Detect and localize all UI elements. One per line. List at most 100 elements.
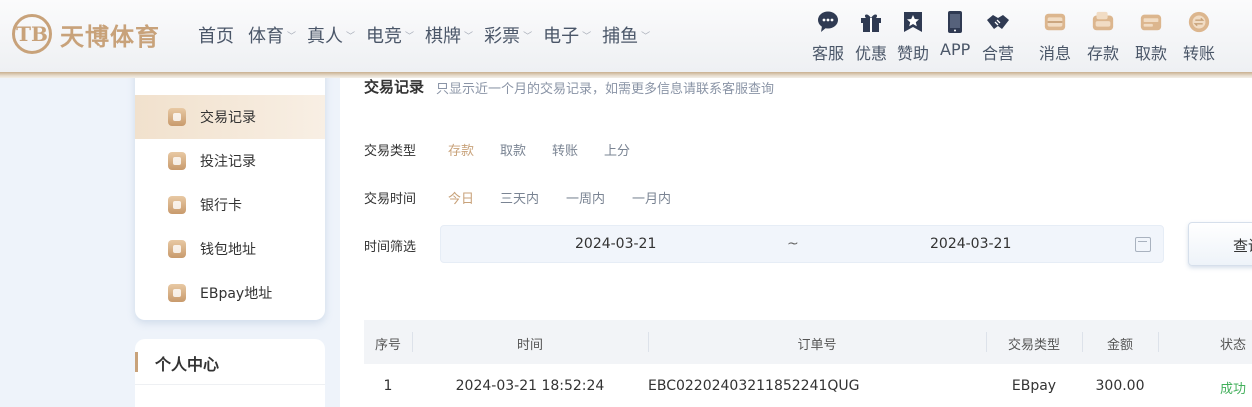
cell-order-number: EBC02202403211852241QUG (648, 378, 860, 394)
chat-icon (816, 10, 840, 34)
bank-card-icon (168, 196, 186, 214)
date-to-input[interactable]: 2024-03-21 (930, 236, 1011, 252)
time-option-week[interactable]: 一周内 (566, 188, 605, 207)
sidebar-personal-center: 个人中心 (135, 339, 325, 407)
chevron-down-icon: ﹀ (641, 31, 651, 42)
time-option-3days[interactable]: 三天内 (500, 188, 539, 207)
time-option-today[interactable]: 今日 (448, 188, 474, 207)
gift-icon (859, 10, 883, 34)
column-header-time: 时间 (516, 338, 543, 353)
withdraw-icon (1139, 10, 1163, 34)
status-badge: 成功 (1219, 382, 1246, 397)
nav-item-slots[interactable]: 电子 ﹀ (543, 22, 591, 48)
time-filter-label: 交易时间 (364, 192, 417, 207)
handshake-icon (986, 10, 1010, 34)
ebpay-icon (168, 284, 186, 302)
message-icon (1043, 10, 1067, 34)
type-option-deposit[interactable]: 存款 (448, 140, 474, 159)
chevron-down-icon: ﹀ (582, 31, 592, 42)
nav-item-live[interactable]: 真人 ﹀ (307, 22, 355, 48)
nav-label: 电竞 (366, 26, 403, 47)
date-range-picker[interactable]: 2024-03-21 ~ 2024-03-21 (440, 225, 1164, 263)
sidebar-item-ebpay-address[interactable]: EBpay地址 (135, 271, 325, 315)
cell-time: 2024-03-21 18:52:24 (455, 378, 605, 394)
sidebar-item-bet-records[interactable]: 投注记录 (135, 139, 325, 183)
logo-text: 天博体育 (60, 22, 160, 51)
tool-label: 赞助 (897, 44, 930, 63)
sidebar-item-label: 银行卡 (200, 198, 242, 214)
wallet-icon (168, 240, 186, 258)
top-header: TB 天博体育 首页 体育 ﹀ 真人 ﹀ 电竞 ﹀ 棋牌 ﹀ 彩票 ﹀ 电子 ﹀ 捕鱼 ﹀ 客… (0, 0, 1252, 72)
type-option-credit[interactable]: 上分 (604, 140, 630, 159)
tool-messages[interactable]: 消息 (1039, 10, 1071, 64)
tool-customer-service[interactable]: 客服 (812, 10, 844, 64)
tool-label: 转账 (1183, 44, 1216, 63)
tool-partnership[interactable]: 合营 (982, 10, 1014, 64)
date-from-input[interactable]: 2024-03-21 (575, 236, 656, 252)
nav-label: 彩票 (484, 26, 521, 47)
nav-item-lottery[interactable]: 彩票 ﹀ (484, 22, 532, 48)
nav-label: 首页 (198, 26, 234, 47)
sidebar-item-transactions[interactable]: 交易记录 (135, 95, 325, 139)
tool-label: 消息 (1039, 44, 1072, 63)
nav-label: 捕鱼 (602, 26, 639, 47)
logo-mark-icon: TB (12, 14, 52, 54)
divider (135, 384, 325, 385)
tool-promotions[interactable]: 优惠 (855, 10, 887, 64)
logo[interactable]: TB 天博体育 (12, 14, 160, 54)
tool-deposit[interactable]: 存款 (1087, 10, 1119, 64)
nav-label: 真人 (307, 26, 344, 47)
phone-icon (943, 10, 967, 34)
type-option-transfer[interactable]: 转账 (552, 140, 578, 159)
column-header-index: 序号 (374, 338, 401, 353)
transfer-icon (1187, 10, 1211, 34)
chevron-down-icon: ﹀ (287, 31, 297, 42)
sidebar-item-wallet-address[interactable]: 钱包地址 (135, 227, 325, 271)
nav-item-sports[interactable]: 体育 ﹀ (248, 22, 296, 48)
section-title[interactable]: 个人中心 (155, 351, 219, 375)
type-filter-label: 交易类型 (364, 144, 417, 159)
tool-withdraw[interactable]: 取款 (1135, 10, 1167, 64)
sidebar-item-label: 投注记录 (200, 154, 256, 170)
cell-amount: 300.00 (1095, 378, 1145, 394)
tool-label: APP (940, 40, 971, 59)
nav-label: 棋牌 (425, 26, 462, 47)
star-badge-icon (901, 10, 925, 34)
sidebar-item-label: 交易记录 (200, 110, 256, 126)
sidebar-item-label: 钱包地址 (200, 242, 256, 258)
main-panel: 交易记录 只显示近一个月的交易记录，如需更多信息请联系客服查询 交易类型 存款 … (340, 60, 1252, 407)
nav-item-home[interactable]: 首页 (198, 22, 234, 48)
tool-sponsor[interactable]: 赞助 (897, 10, 929, 64)
tool-transfer[interactable]: 转账 (1183, 10, 1215, 64)
main-nav: 首页 体育 ﹀ 真人 ﹀ 电竞 ﹀ 棋牌 ﹀ 彩票 ﹀ 电子 ﹀ 捕鱼 ﹀ (198, 22, 661, 48)
chevron-down-icon: ﹀ (523, 31, 533, 42)
nav-label: 体育 (248, 26, 284, 47)
chevron-down-icon: ﹀ (405, 31, 415, 42)
tool-label: 合营 (982, 44, 1015, 63)
table-header: 序号 时间 订单号 交易类型 金额 状态 (364, 320, 1252, 364)
deposit-icon (1091, 10, 1115, 34)
sidebar-item-label: EBpay地址 (200, 286, 273, 302)
sidebar-item-bank-card[interactable]: 银行卡 (135, 183, 325, 227)
bet-record-icon (168, 152, 186, 170)
page-tip: 只显示近一个月的交易记录，如需更多信息请联系客服查询 (436, 82, 775, 97)
tool-label: 客服 (812, 44, 845, 63)
page-title: 交易记录 (364, 78, 425, 96)
nav-item-fishing[interactable]: 捕鱼 ﹀ (602, 22, 650, 48)
calendar-icon[interactable] (1135, 237, 1151, 252)
tool-app[interactable]: APP (940, 10, 970, 59)
search-button[interactable]: 查询 (1188, 222, 1252, 266)
time-option-month[interactable]: 一月内 (632, 188, 671, 207)
cell-index: 1 (383, 378, 393, 394)
header-divider (0, 72, 1252, 78)
column-header-amount: 金额 (1106, 338, 1133, 353)
column-header-order: 订单号 (797, 338, 837, 353)
type-option-withdraw[interactable]: 取款 (500, 140, 526, 159)
sidebar-records-menu: 交易记录 投注记录 银行卡 钱包地址 EBpay地址 (135, 60, 325, 320)
date-separator: ~ (787, 236, 799, 252)
nav-item-cards[interactable]: 棋牌 ﹀ (425, 22, 473, 48)
cell-type: EBpay (1011, 378, 1057, 394)
chevron-down-icon: ﹀ (464, 31, 474, 42)
nav-item-esports[interactable]: 电竞 ﹀ (366, 22, 414, 48)
tool-label: 取款 (1135, 44, 1168, 63)
